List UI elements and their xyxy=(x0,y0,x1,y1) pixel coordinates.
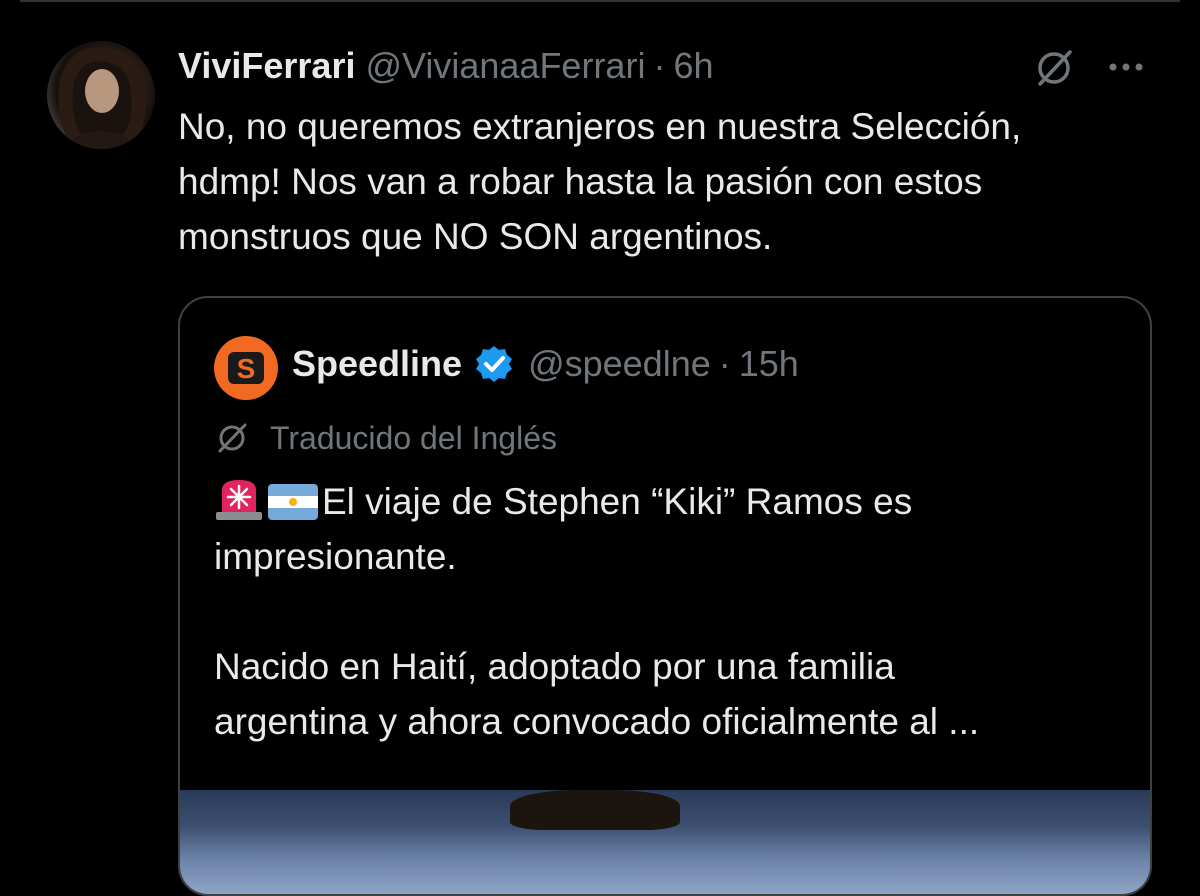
verified-badge-icon xyxy=(476,346,513,382)
quoted-text-line-2: impresionante. xyxy=(214,536,457,577)
media-preview-image[interactable] xyxy=(180,790,1150,894)
avatar[interactable] xyxy=(47,41,155,149)
tweet-text-line: No, no queremos extranjeros en nuestra S… xyxy=(178,106,1022,147)
argentina-flag-emoji-icon xyxy=(268,484,318,520)
quoted-text-line-4: argentina y ahora convocado oficialmente… xyxy=(214,701,980,742)
quoted-text-line: El viaje de Stephen “Kiki” Ramos es xyxy=(214,474,1134,529)
quoted-timestamp[interactable]: 15h xyxy=(739,343,799,385)
quoted-author-name[interactable]: Speedline xyxy=(292,343,462,385)
media-subject-shape xyxy=(510,790,680,830)
author-name[interactable]: ViviFerrari xyxy=(178,45,355,87)
top-divider xyxy=(20,0,1180,2)
quoted-text-line-1: El viaje de Stephen “Kiki” Ramos es xyxy=(322,481,913,522)
translation-notice: Traducido del Inglés xyxy=(214,418,557,458)
grok-icon[interactable] xyxy=(1032,46,1076,90)
separator-dot: · xyxy=(718,343,731,384)
quoted-text-line-3: Nacido en Haití, adoptado por una famili… xyxy=(214,646,895,687)
tweet-text-line: hdmp! Nos van a robar hasta la pasión co… xyxy=(178,161,983,202)
more-icon[interactable] xyxy=(1108,60,1144,74)
speedline-logo-mark: S xyxy=(228,352,264,384)
tweet-text-line: monstruos que NO SON argentinos. xyxy=(178,216,773,257)
translate-icon xyxy=(218,423,247,453)
quoted-tweet-card[interactable]: S Speedline @speedlne · 15h Traducido de… xyxy=(178,296,1152,896)
tweet-text: No, no queremos extranjeros en nuestra S… xyxy=(178,99,1158,264)
siren-emoji-icon xyxy=(216,480,262,520)
tweet-header: ViviFerrari @VivianaaFerrari · 6h xyxy=(178,44,713,88)
quoted-author-handle[interactable]: @speedlne xyxy=(528,343,711,385)
separator-dot: · xyxy=(653,45,666,86)
speedline-logo[interactable]: S xyxy=(214,336,278,400)
author-handle[interactable]: @VivianaaFerrari xyxy=(365,45,645,87)
translated-label: Traducido del Inglés xyxy=(270,419,557,456)
svg-text:S: S xyxy=(237,353,256,384)
quoted-tweet-header: Speedline @speedlne · 15h xyxy=(292,342,799,386)
quoted-tweet-text: El viaje de Stephen “Kiki” Ramos es impr… xyxy=(214,474,1134,749)
tweet-timestamp[interactable]: 6h xyxy=(673,45,713,87)
